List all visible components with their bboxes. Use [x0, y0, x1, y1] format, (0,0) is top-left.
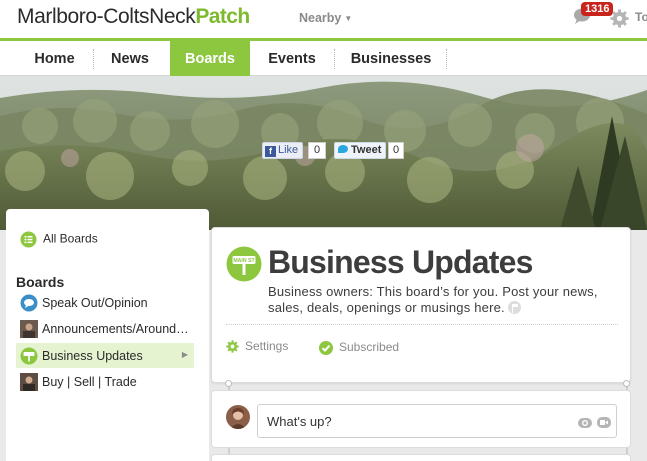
board-header-card: MAIN ST Business Updates Business owners… — [211, 227, 631, 383]
sidebar-item-announcements[interactable]: Announcements/Around Town — [16, 316, 194, 341]
user-photo — [226, 405, 250, 429]
twitter-bird-icon — [338, 145, 348, 153]
board-description-text: Business owners: This board’s for you. P… — [268, 284, 598, 315]
tab-events[interactable]: Events — [252, 41, 332, 75]
subscribed-label: Subscribed — [339, 340, 400, 354]
board-description: Business owners: This board’s for you. P… — [268, 284, 628, 316]
sidebar-item-label: Business Updates — [42, 349, 143, 363]
nav-divider — [93, 49, 94, 69]
next-card-edge — [211, 454, 631, 461]
nearby-dropdown[interactable]: Nearby ▼ — [299, 11, 352, 25]
chevron-right-icon: ▶ — [181, 350, 188, 359]
facebook-like-count: 0 — [308, 142, 326, 159]
sidebar-item-buy-sell-trade[interactable]: Buy | Sell | Trade — [16, 369, 194, 394]
sidebar-item-label: Speak Out/Opinion — [42, 296, 148, 310]
divider — [226, 324, 618, 325]
site-logo[interactable]: Marlboro-ColtsNeckPatch — [17, 5, 250, 29]
subscribed-button[interactable]: Subscribed — [319, 340, 399, 355]
avatar — [226, 405, 250, 429]
nearby-label: Nearby — [299, 11, 342, 25]
tab-businesses[interactable]: Businesses — [336, 41, 446, 75]
main-street-sign-icon — [20, 347, 38, 365]
camera-icon[interactable] — [578, 416, 592, 428]
tweet-label: Tweet — [351, 144, 382, 156]
all-boards-link[interactable]: All Boards — [20, 231, 98, 248]
post-input[interactable] — [257, 404, 617, 438]
list-icon — [20, 231, 37, 248]
facebook-like-button[interactable]: f Like — [262, 142, 304, 159]
sidebar-item-business-updates[interactable]: Business Updates ▶ — [16, 343, 194, 368]
speech-icon — [20, 294, 38, 312]
tab-home[interactable]: Home — [18, 41, 91, 75]
tweet-button[interactable]: Tweet — [334, 142, 387, 159]
sidebar-item-label: Buy | Sell | Trade — [42, 375, 137, 389]
all-boards-label: All Boards — [43, 231, 98, 246]
gear-icon — [226, 340, 239, 354]
avatar-thumbnail — [20, 373, 38, 391]
facebook-icon: f — [265, 146, 276, 157]
gear-icon[interactable] — [610, 9, 629, 28]
board-title: Business Updates — [268, 244, 533, 280]
sidebar-item-speak-out[interactable]: Speak Out/Opinion — [16, 290, 194, 315]
boards-heading: Boards — [16, 274, 65, 290]
sign-text: MAIN ST — [233, 258, 255, 264]
tab-boards[interactable]: Boards — [170, 38, 250, 88]
main-street-sign-icon: MAIN ST — [226, 246, 262, 282]
patch-brand: Patch — [195, 5, 250, 28]
boards-sidebar: All Boards Boards Speak Out/Opinion Anno… — [6, 209, 209, 461]
timeline-node — [623, 380, 630, 387]
site-name-main: Marlboro-ColtsNeck — [17, 5, 196, 28]
video-camera-icon[interactable] — [597, 416, 611, 428]
chevron-down-icon: ▼ — [344, 14, 353, 23]
nav-divider — [334, 49, 335, 69]
sidebar-item-label: Announcements/Around Town — [42, 322, 190, 336]
settings-button[interactable]: Settings — [226, 339, 289, 354]
flag-icon[interactable] — [507, 301, 521, 314]
notification-badge[interactable]: 1316 — [581, 2, 614, 16]
user-menu-label[interactable]: To — [635, 10, 647, 24]
nav-divider — [446, 49, 447, 69]
timeline-node — [225, 380, 232, 387]
top-bar: Marlboro-ColtsNeckPatch Nearby ▼ 1316 To — [0, 0, 647, 38]
settings-label: Settings — [245, 339, 289, 353]
tab-news[interactable]: News — [95, 41, 165, 75]
main-nav: Home News Boards Events Businesses — [0, 38, 647, 88]
facebook-like-label: Like — [278, 144, 299, 156]
tweet-count: 0 — [388, 142, 404, 159]
post-composer — [211, 390, 631, 448]
avatar-thumbnail — [20, 320, 38, 338]
checkmark-icon — [319, 340, 333, 355]
